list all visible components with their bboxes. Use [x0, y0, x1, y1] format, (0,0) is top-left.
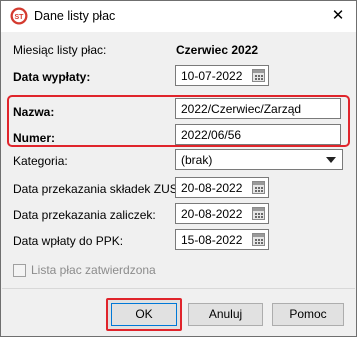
number-input[interactable]: 2022/06/56	[175, 124, 341, 145]
calendar-icon[interactable]	[252, 233, 265, 246]
approved-checkbox[interactable]	[13, 264, 26, 277]
close-icon[interactable]: ✕	[331, 8, 345, 23]
calendar-icon[interactable]	[252, 181, 265, 194]
cancel-button[interactable]: Anuluj	[188, 303, 263, 326]
chevron-down-icon[interactable]	[326, 157, 336, 163]
number-input-value: 2022/06/56	[181, 128, 242, 142]
month-value: Czerwiec 2022	[176, 43, 259, 57]
payout-date-value: 10-07-2022	[181, 69, 243, 83]
name-label: Nazwa:	[13, 105, 55, 119]
zus-date-label: Data przekazania składek ZUS:	[13, 182, 182, 196]
dialog-window: ST Dane listy płac ✕ Miesiąc listy płac:…	[0, 0, 357, 337]
calendar-icon[interactable]	[252, 207, 265, 220]
category-selected-value: (brak)	[181, 153, 213, 167]
calendar-icon[interactable]	[252, 69, 265, 82]
help-button[interactable]: Pomoc	[272, 303, 344, 326]
ppk-date-value: 15-08-2022	[181, 233, 243, 247]
payout-date-label: Data wypłaty:	[13, 70, 91, 84]
ppk-date-field[interactable]: 15-08-2022	[175, 229, 269, 250]
ok-button[interactable]: OK	[111, 303, 177, 326]
advance-date-field[interactable]: 20-08-2022	[175, 203, 269, 224]
name-input[interactable]: 2022/Czerwiec/Zarząd	[175, 98, 341, 119]
number-label: Numer:	[13, 131, 56, 145]
footer-divider	[2, 288, 355, 289]
month-label: Miesiąc listy płac:	[13, 43, 107, 57]
zus-date-field[interactable]: 20-08-2022	[175, 177, 269, 198]
title-bar[interactable]: ST Dane listy płac ✕	[1, 1, 356, 32]
zus-date-value: 20-08-2022	[181, 181, 243, 195]
name-input-value: 2022/Czerwiec/Zarząd	[181, 102, 302, 116]
payout-date-field[interactable]: 10-07-2022	[175, 65, 269, 86]
payroll-app-icon: ST	[10, 7, 28, 25]
approved-checkbox-label: Lista płac zatwierdzona	[31, 263, 156, 277]
category-label: Kategoria:	[13, 154, 68, 168]
advance-date-label: Data przekazania zaliczek:	[13, 208, 156, 222]
ppk-date-label: Data wpłaty do PPK:	[13, 234, 124, 248]
svg-text:ST: ST	[15, 14, 25, 21]
advance-date-value: 20-08-2022	[181, 207, 243, 221]
category-select[interactable]: (brak)	[175, 149, 343, 170]
window-title: Dane listy płac	[34, 9, 116, 23]
